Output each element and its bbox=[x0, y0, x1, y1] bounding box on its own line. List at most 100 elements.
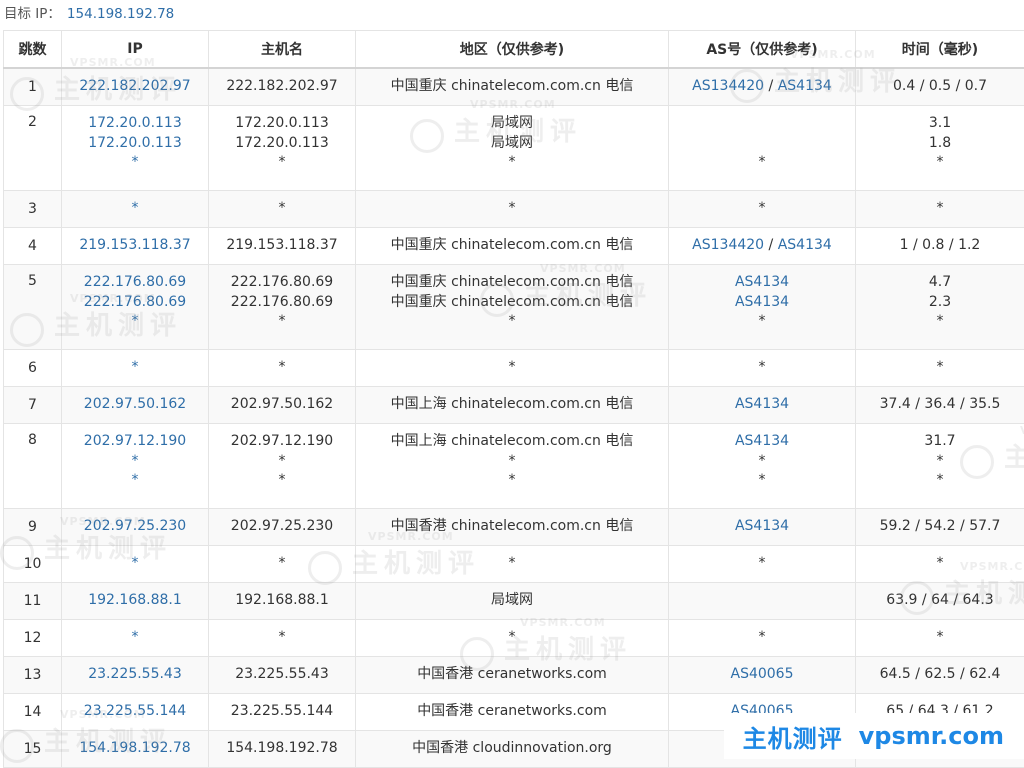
as-link[interactable]: AS4134 bbox=[735, 274, 789, 290]
as-line: * bbox=[669, 452, 855, 472]
ip-line[interactable]: 23.225.55.43 bbox=[62, 665, 208, 685]
hop-cell: 10 bbox=[4, 546, 62, 583]
hostname-cell: 23.225.55.43 bbox=[209, 657, 356, 694]
table-row: 3***** bbox=[4, 191, 1024, 228]
ip-cell: * bbox=[62, 350, 209, 387]
table-row: 7202.97.50.162202.97.50.162中国上海 chinatel… bbox=[4, 387, 1024, 424]
time-line: * bbox=[856, 452, 1024, 472]
table-row: 10***** bbox=[4, 546, 1024, 583]
hostname-line: * bbox=[209, 358, 355, 378]
hostname-line: 192.168.88.1 bbox=[209, 591, 355, 611]
as-line: * bbox=[669, 628, 855, 648]
as-link[interactable]: AS4134 bbox=[778, 78, 832, 94]
hop-cell: 13 bbox=[4, 657, 62, 694]
ip-line[interactable]: 202.97.12.190 bbox=[62, 432, 208, 452]
as-cell bbox=[669, 583, 856, 620]
hostname-cell: 154.198.192.78 bbox=[209, 731, 356, 768]
hostname-line: 222.176.80.69 bbox=[209, 293, 355, 313]
as-line: AS40065 bbox=[669, 665, 855, 685]
as-line bbox=[669, 134, 855, 154]
hostname-line: 202.97.25.230 bbox=[209, 517, 355, 537]
region-cell: * bbox=[356, 350, 669, 387]
ip-cell: 222.182.202.97 bbox=[62, 68, 209, 106]
time-line: * bbox=[856, 471, 1024, 491]
region-line: * bbox=[356, 358, 668, 378]
hostname-cell: * bbox=[209, 620, 356, 657]
brand-domain[interactable]: vpsmr.com bbox=[859, 722, 1004, 750]
as-link[interactable]: AS134420 bbox=[692, 237, 764, 253]
as-line: AS4134 bbox=[669, 517, 855, 537]
as-line: AS4134 bbox=[669, 395, 855, 415]
hostname-line: * bbox=[209, 628, 355, 648]
ip-cell: 222.176.80.69222.176.80.69* bbox=[62, 265, 209, 350]
as-link[interactable]: AS40065 bbox=[731, 666, 794, 682]
as-link[interactable]: AS4134 bbox=[735, 518, 789, 534]
time-line: * bbox=[856, 153, 1024, 173]
hostname-cell: * bbox=[209, 350, 356, 387]
header-ip: IP bbox=[62, 31, 209, 69]
ip-line: * bbox=[62, 358, 208, 378]
time-cell: * bbox=[856, 191, 1024, 228]
region-line: * bbox=[356, 452, 668, 472]
ip-line[interactable]: 219.153.118.37 bbox=[62, 236, 208, 256]
target-ip-line: 目标 IP：154.198.192.78 bbox=[4, 4, 174, 24]
ip-line[interactable]: 222.182.202.97 bbox=[62, 77, 208, 97]
hop-cell: 5 bbox=[4, 265, 62, 350]
ip-cell: 154.198.192.78 bbox=[62, 731, 209, 768]
region-line: 中国香港 ceranetworks.com bbox=[356, 665, 668, 685]
as-empty: * bbox=[759, 629, 766, 645]
ip-line: * bbox=[62, 153, 208, 173]
ip-line[interactable]: 172.20.0.113 bbox=[62, 134, 208, 154]
as-link[interactable]: AS4134 bbox=[735, 433, 789, 449]
as-line: * bbox=[669, 312, 855, 332]
hostname-line: * bbox=[209, 554, 355, 574]
header-hop: 跳数 bbox=[4, 31, 62, 69]
region-line: 中国上海 chinatelecom.com.cn 电信 bbox=[356, 395, 668, 415]
as-cell: AS4134** bbox=[669, 424, 856, 509]
ip-cell: 202.97.50.162 bbox=[62, 387, 209, 424]
as-link[interactable]: AS4134 bbox=[735, 294, 789, 310]
ip-line[interactable]: 154.198.192.78 bbox=[62, 739, 208, 759]
time-line: * bbox=[856, 312, 1024, 332]
ip-line[interactable]: 222.176.80.69 bbox=[62, 293, 208, 313]
header-as: AS号（仅供参考) bbox=[669, 31, 856, 69]
as-link[interactable]: AS4134 bbox=[735, 396, 789, 412]
hostname-line: * bbox=[209, 471, 355, 491]
brand-banner: 主机测评 vpsmr.com bbox=[724, 713, 1024, 759]
region-cell: 中国重庆 chinatelecom.com.cn 电信中国重庆 chinatel… bbox=[356, 265, 669, 350]
time-cell: * bbox=[856, 620, 1024, 657]
time-line: * bbox=[856, 628, 1024, 648]
hostname-cell: 202.97.12.190** bbox=[209, 424, 356, 509]
ip-line[interactable]: 222.176.80.69 bbox=[62, 273, 208, 293]
region-cell: 局域网 bbox=[356, 583, 669, 620]
ip-line[interactable]: 202.97.25.230 bbox=[62, 517, 208, 537]
hostname-cell: * bbox=[209, 546, 356, 583]
region-cell: 中国重庆 chinatelecom.com.cn 电信 bbox=[356, 68, 669, 106]
as-cell: AS4134 bbox=[669, 509, 856, 546]
table-row: 2172.20.0.113172.20.0.113*172.20.0.11317… bbox=[4, 106, 1024, 191]
as-empty: * bbox=[759, 154, 766, 170]
time-cell: 31.7** bbox=[856, 424, 1024, 509]
time-line: 2.3 bbox=[856, 293, 1024, 313]
as-cell: AS134420 / AS4134 bbox=[669, 68, 856, 106]
ip-cell: 202.97.12.190** bbox=[62, 424, 209, 509]
ip-line[interactable]: 23.225.55.144 bbox=[62, 702, 208, 722]
time-cell: 3.11.8* bbox=[856, 106, 1024, 191]
region-cell: 中国重庆 chinatelecom.com.cn 电信 bbox=[356, 228, 669, 265]
hop-cell: 15 bbox=[4, 731, 62, 768]
ip-line[interactable]: 192.168.88.1 bbox=[62, 591, 208, 611]
as-line: AS134420 / AS4134 bbox=[669, 77, 855, 97]
as-link[interactable]: AS4134 bbox=[778, 237, 832, 253]
ip-line[interactable]: 172.20.0.113 bbox=[62, 114, 208, 134]
region-cell: * bbox=[356, 191, 669, 228]
table-row: 9202.97.25.230202.97.25.230中国香港 chinatel… bbox=[4, 509, 1024, 546]
region-line: 中国重庆 chinatelecom.com.cn 电信 bbox=[356, 293, 668, 313]
ip-line[interactable]: 202.97.50.162 bbox=[62, 395, 208, 415]
region-line: 中国上海 chinatelecom.com.cn 电信 bbox=[356, 432, 668, 452]
time-line: 64.5 / 62.5 / 62.4 bbox=[856, 665, 1024, 685]
as-link[interactable]: AS134420 bbox=[692, 78, 764, 94]
target-ip-value[interactable]: 154.198.192.78 bbox=[67, 6, 174, 22]
ip-cell: * bbox=[62, 191, 209, 228]
time-line: * bbox=[856, 358, 1024, 378]
region-line: * bbox=[356, 471, 668, 491]
